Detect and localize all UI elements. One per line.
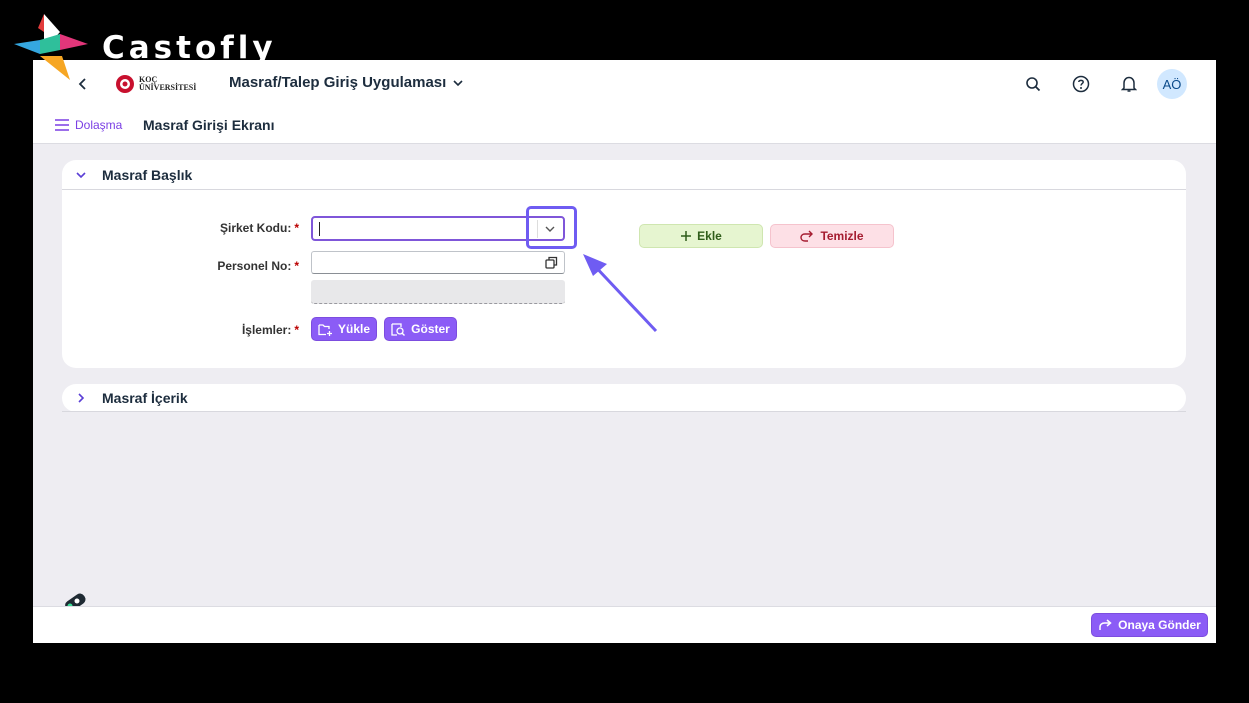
org-logo-line2: ÜNİVERSİTESİ bbox=[139, 83, 197, 92]
bell-icon bbox=[1121, 76, 1137, 92]
navigation-toggle[interactable]: Dolaşma bbox=[54, 118, 122, 132]
chevron-down-icon bbox=[74, 168, 88, 182]
chevron-right-icon bbox=[74, 391, 88, 405]
search-icon bbox=[1026, 77, 1041, 92]
castofly-logo-mark bbox=[14, 14, 88, 80]
personnel-name-display bbox=[311, 280, 565, 304]
help-button[interactable] bbox=[1069, 72, 1093, 96]
page-header: Dolaşma Masraf Girişi Ekranı bbox=[33, 108, 1216, 144]
personnel-label: Personel No: * bbox=[217, 259, 299, 273]
clear-button-label: Temizle bbox=[820, 229, 864, 243]
required-mark: * bbox=[294, 259, 299, 273]
screen: Castofly KOÇ ÜNİVERSİTESİ Masraf/Talep G… bbox=[0, 0, 1249, 703]
castofly-logo-text: Castofly bbox=[102, 30, 277, 66]
submit-for-approval-button[interactable]: Onaya Gönder bbox=[1091, 613, 1208, 637]
text-caret bbox=[319, 222, 320, 236]
folder-add-icon bbox=[318, 323, 332, 336]
content-panel-toggle[interactable]: Masraf İçerik bbox=[62, 384, 1186, 412]
highlight-box bbox=[526, 206, 577, 249]
upload-button-label: Yükle bbox=[337, 322, 370, 336]
add-button[interactable]: Ekle bbox=[639, 224, 763, 248]
chevron-down-icon bbox=[453, 79, 463, 86]
redo-icon bbox=[800, 230, 814, 242]
search-document-icon bbox=[391, 322, 406, 336]
value-help-button[interactable] bbox=[545, 256, 558, 274]
navigation-label: Dolaşma bbox=[75, 118, 123, 132]
submit-button-label: Onaya Gönder bbox=[1118, 618, 1201, 632]
operations-label: İşlemler: * bbox=[241, 323, 299, 337]
company-code-label: Şirket Kodu: * bbox=[219, 221, 299, 235]
clear-button[interactable]: Temizle bbox=[770, 224, 894, 248]
forward-icon bbox=[1099, 619, 1112, 630]
show-button-label: Göster bbox=[411, 322, 450, 336]
page-title: Masraf Girişi Ekranı bbox=[143, 117, 275, 133]
search-button[interactable] bbox=[1021, 72, 1045, 96]
add-button-label: Ekle bbox=[697, 229, 722, 243]
header-panel-title: Masraf Başlık bbox=[102, 166, 193, 183]
plus-icon bbox=[681, 231, 692, 241]
show-button[interactable]: Göster bbox=[384, 317, 457, 341]
copy-icon bbox=[545, 256, 558, 269]
castofly-logo: Castofly bbox=[10, 10, 280, 80]
upload-button[interactable]: Yükle bbox=[311, 317, 377, 341]
app-window: KOÇ ÜNİVERSİTESİ Masraf/Talep Giriş Uygu… bbox=[33, 60, 1216, 643]
footer-toolbar: Onaya Gönder bbox=[33, 606, 1216, 643]
content-panel-title: Masraf İçerik bbox=[102, 389, 188, 406]
required-mark: * bbox=[294, 323, 299, 337]
required-mark: * bbox=[294, 221, 299, 235]
annotation-arrow-icon bbox=[583, 254, 658, 333]
menu-icon bbox=[55, 119, 69, 131]
header-panel-toggle[interactable]: Masraf Başlık bbox=[62, 160, 1186, 190]
personnel-input[interactable] bbox=[311, 251, 565, 274]
content-panel: Masraf İçerik bbox=[62, 384, 1186, 412]
user-avatar[interactable]: AÖ bbox=[1157, 69, 1187, 99]
help-icon bbox=[1072, 75, 1090, 93]
notifications-button[interactable] bbox=[1117, 72, 1141, 96]
